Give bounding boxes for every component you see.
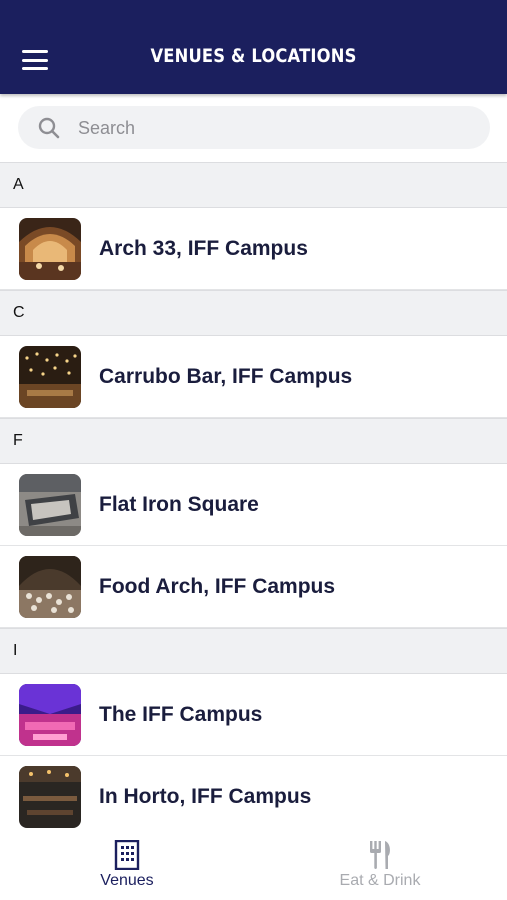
venue-thumbnail [19,218,81,280]
list-item-arch-33[interactable]: Arch 33, IFF Campus [0,208,507,290]
list-item-the-iff-campus[interactable]: The IFF Campus [0,674,507,756]
venue-name: Flat Iron Square [99,493,259,516]
venue-list: A Arch 33, IFF Campus C Carrubo Bar, IFF… [0,162,507,838]
section-header-f: F [0,418,507,464]
venue-name: Arch 33, IFF Campus [99,237,308,260]
venue-name: In Horto, IFF Campus [99,785,312,808]
venue-thumbnail [19,346,81,408]
section-header-i: I [0,628,507,674]
venue-name: Carrubo Bar, IFF Campus [99,365,353,388]
search-icon [38,117,60,139]
page-title: VENUES & LOCATIONS [150,45,357,67]
list-item-flat-iron-square[interactable]: Flat Iron Square [0,464,507,546]
list-item-in-horto[interactable]: In Horto, IFF Campus [0,756,507,838]
venue-thumbnail [19,684,81,746]
tab-venues[interactable]: Venues [27,832,227,900]
tab-eat-drink-label: Eat & Drink [339,872,421,889]
list-item-carrubo-bar[interactable]: Carrubo Bar, IFF Campus [0,336,507,418]
venue-name: Food Arch, IFF Campus [99,575,336,598]
section-header-a: A [0,162,507,208]
section-header-c: C [0,290,507,336]
search-field[interactable] [18,106,490,151]
venue-thumbnail [19,766,81,828]
search-input[interactable] [76,106,480,151]
venue-thumbnail [19,474,81,536]
fork-knife-icon [370,841,390,869]
building-icon [114,840,140,870]
app-header: VENUES & LOCATIONS [0,0,507,94]
bottom-tab-bar: Venues Eat & Drink [0,832,507,900]
search-bar [0,94,507,162]
tab-venues-label: Venues [100,872,154,889]
venue-thumbnail [19,556,81,618]
list-item-food-arch[interactable]: Food Arch, IFF Campus [0,546,507,628]
venue-name: The IFF Campus [99,703,263,726]
tab-eat-drink[interactable]: Eat & Drink [280,832,480,900]
